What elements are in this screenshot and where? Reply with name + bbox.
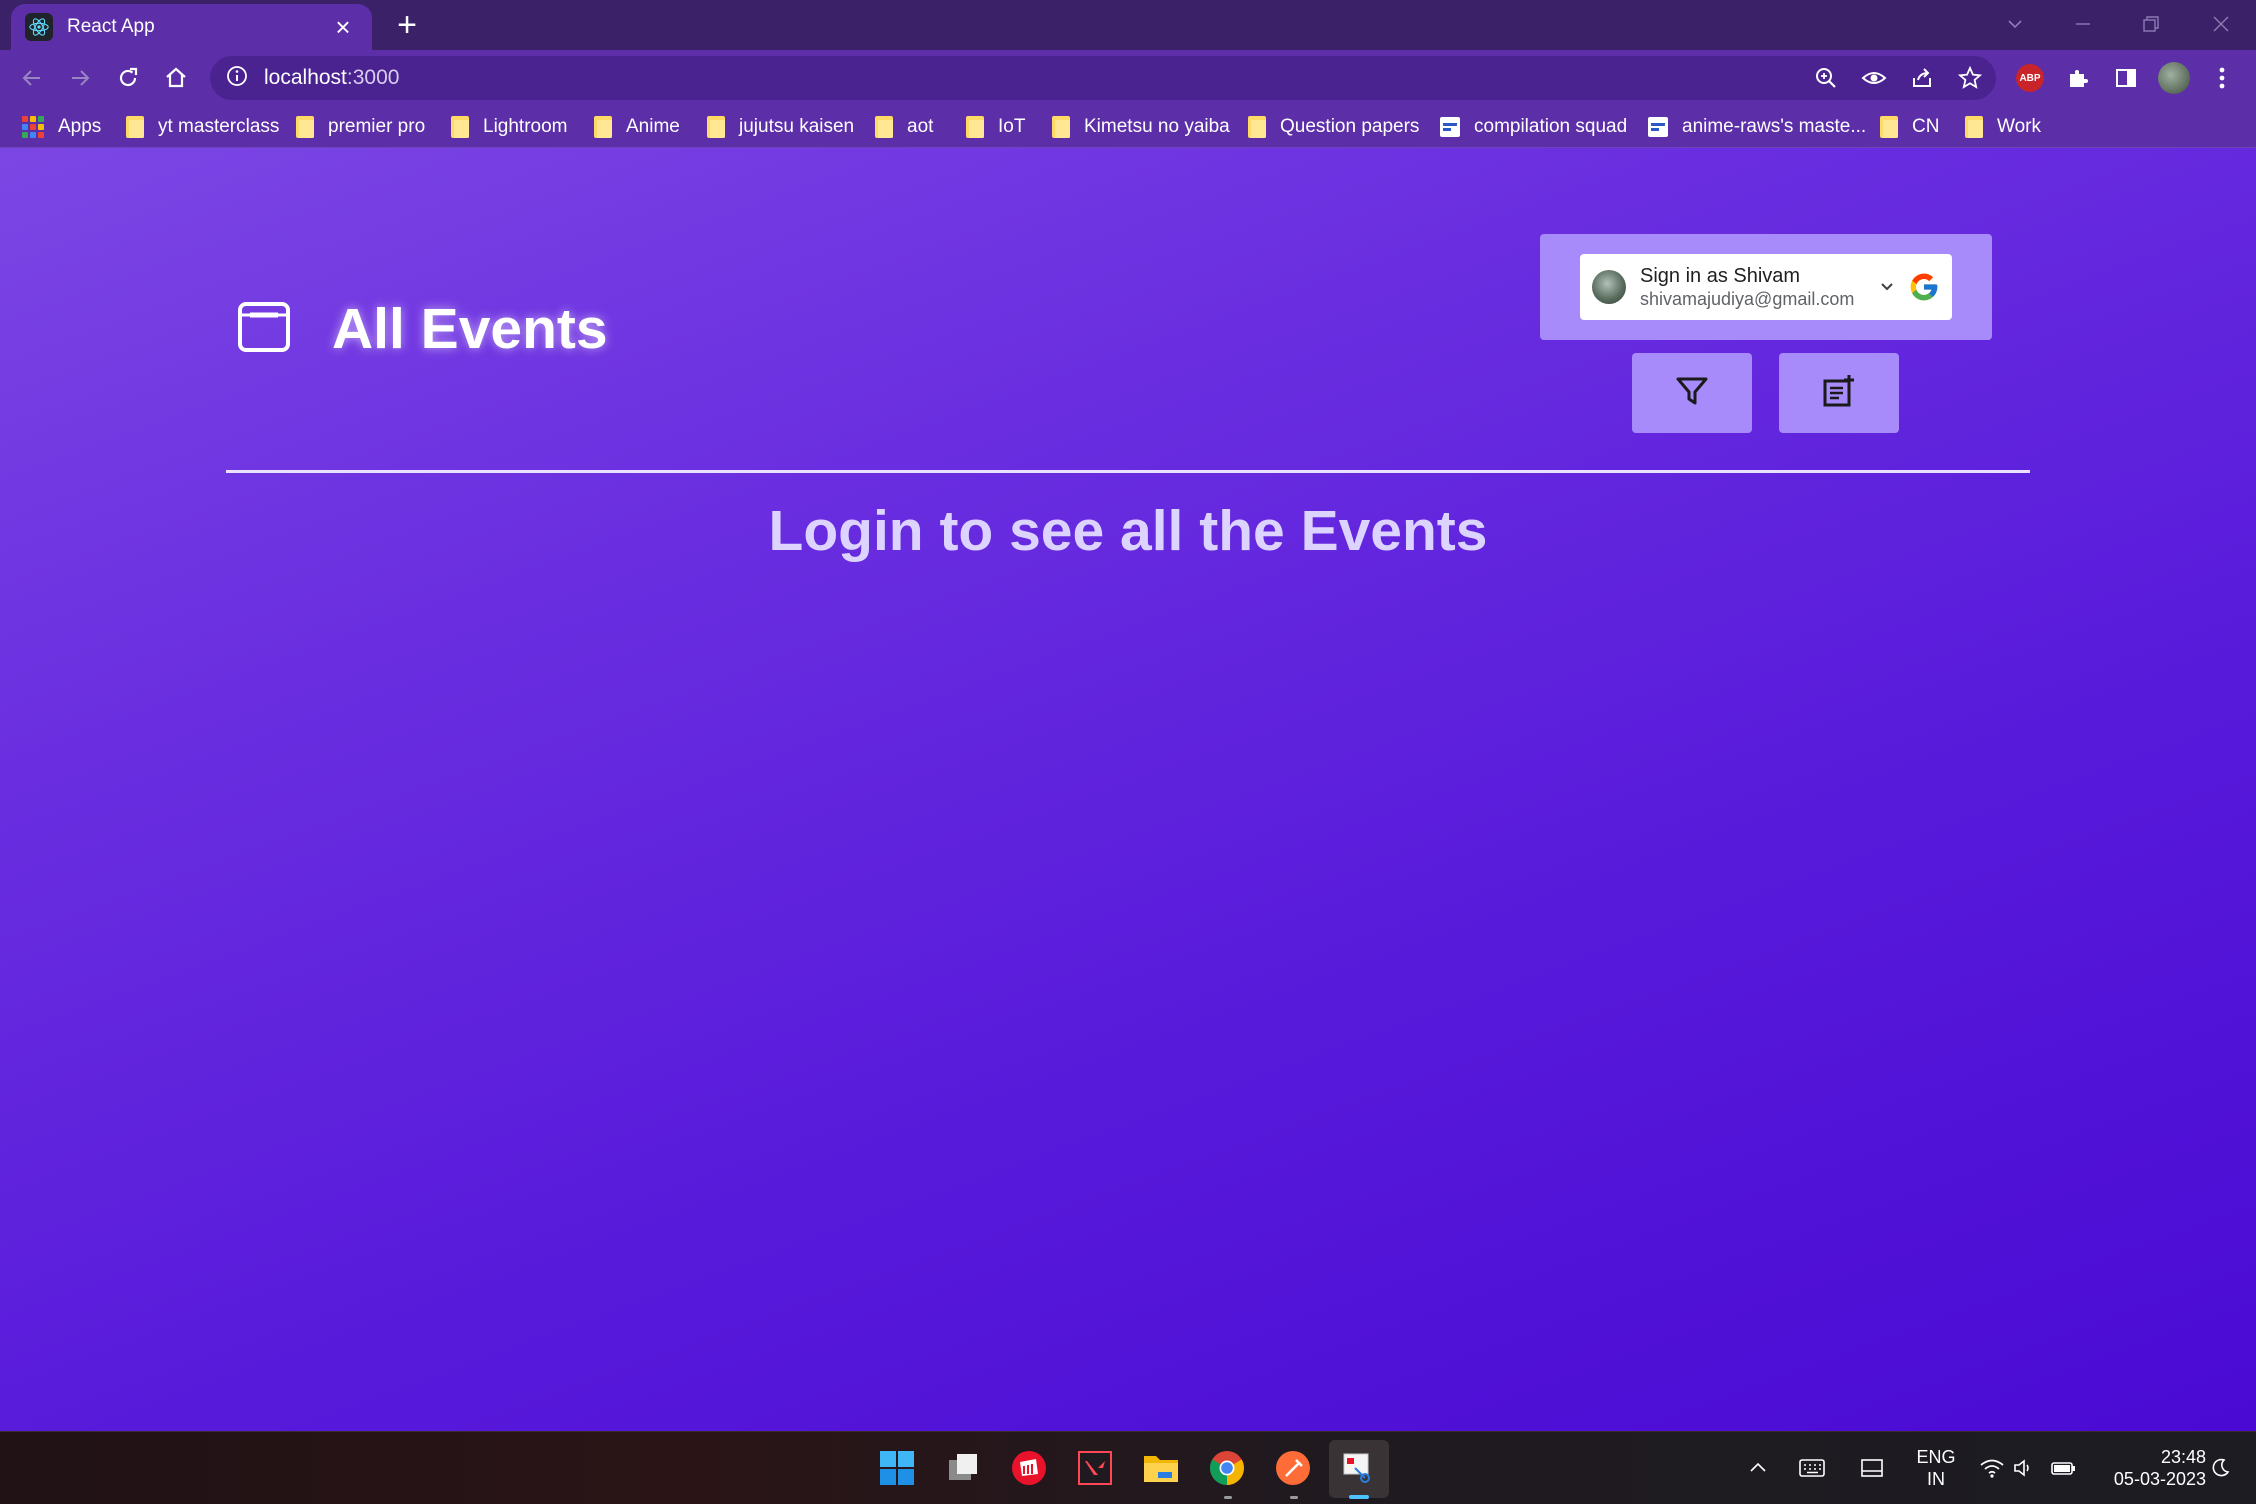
folder-icon (1248, 116, 1266, 138)
riot-client-icon[interactable] (1009, 1448, 1049, 1488)
filter-button[interactable] (1632, 353, 1752, 433)
tab-close-icon[interactable]: × (328, 14, 358, 40)
folder-icon (707, 116, 725, 138)
bookmark-cn[interactable]: CN (1880, 114, 1939, 140)
bookmark-anime[interactable]: Anime (594, 114, 680, 140)
valorant-icon[interactable] (1075, 1448, 1115, 1488)
bookmark-lightroom[interactable]: Lightroom (451, 114, 568, 140)
bookmark-work[interactable]: Work (1965, 114, 2041, 140)
address-bar[interactable]: localhost:3000 (210, 56, 1996, 100)
bookmark-star-icon[interactable] (1954, 62, 1986, 94)
keyboard-icon[interactable] (1792, 1448, 1832, 1488)
bookmark-anime-raws[interactable]: anime-raws's maste... (1648, 114, 1866, 140)
eye-icon[interactable] (1858, 62, 1890, 94)
google-signin-button[interactable]: Sign in as Shivam shivamajudiya@gmail.co… (1580, 254, 1952, 320)
folder-icon (594, 116, 612, 138)
bookmark-apps[interactable]: Apps (22, 114, 101, 140)
folder-icon (451, 116, 469, 138)
signin-text: Sign in as Shivam shivamajudiya@gmail.co… (1640, 264, 1876, 310)
folder-icon (1965, 116, 1983, 138)
avatar (1592, 270, 1626, 304)
page-content: All Events Sign in as Shivam shivamajudi… (0, 148, 2256, 1431)
chrome-icon[interactable] (1207, 1448, 1247, 1488)
folder-icon (296, 116, 314, 138)
touch-keyboard-icon[interactable] (1852, 1448, 1892, 1488)
url-text: localhost:3000 (264, 66, 400, 89)
bookmark-compilation-squad[interactable]: compilation squad (1440, 114, 1627, 140)
page-title: All Events (332, 297, 608, 361)
forward-icon[interactable] (62, 60, 98, 96)
bookmark-yt-masterclass[interactable]: yt masterclass (126, 114, 279, 140)
site-favicon-icon (1440, 117, 1460, 137)
bookmark-aot[interactable]: aot (875, 114, 933, 140)
input-language[interactable]: ENG IN (1906, 1446, 1966, 1490)
divider (226, 470, 2030, 473)
folder-icon (966, 116, 984, 138)
site-info-icon[interactable] (226, 65, 248, 92)
bookmark-iot[interactable]: IoT (966, 114, 1025, 140)
apps-grid-icon (22, 116, 44, 138)
chevron-down-icon[interactable] (1876, 276, 1898, 298)
taskbar: ENG IN 23:48 05-03-2023 (0, 1431, 2256, 1504)
close-window-icon[interactable] (2196, 6, 2246, 42)
minimize-icon[interactable] (2058, 6, 2108, 42)
google-logo-icon (1908, 271, 1940, 303)
folder-icon (1052, 116, 1070, 138)
back-icon[interactable] (14, 60, 50, 96)
folder-icon (1880, 116, 1898, 138)
bookmark-question-papers[interactable]: Question papers (1248, 114, 1419, 140)
zoom-icon[interactable] (1810, 62, 1842, 94)
home-icon[interactable] (158, 60, 194, 96)
new-tab-button[interactable]: + (390, 8, 424, 42)
bookmark-kimetsu-no-yaiba[interactable]: Kimetsu no yaiba (1052, 114, 1230, 140)
notifications-moon-icon[interactable] (2200, 1448, 2240, 1488)
battery-icon[interactable] (2044, 1448, 2084, 1488)
bookmarks-bar: Apps yt masterclass premier pro Lightroo… (0, 106, 2256, 148)
bookmark-jujutsu-kaisen[interactable]: jujutsu kaisen (707, 114, 854, 140)
add-note-icon (1821, 373, 1857, 414)
calendar-icon (236, 298, 292, 354)
add-event-button[interactable] (1779, 353, 1899, 433)
signin-name: Sign in as Shivam (1640, 265, 1801, 287)
browser-toolbar: localhost:3000 ABP (0, 50, 2256, 106)
bookmark-premier-pro[interactable]: premier pro (296, 114, 425, 140)
postman-icon[interactable] (1273, 1448, 1313, 1488)
file-explorer-icon[interactable] (1141, 1448, 1181, 1488)
tab-react-app[interactable]: React App × (11, 4, 372, 50)
side-panel-icon[interactable] (2110, 62, 2142, 94)
login-message: Login to see all the Events (768, 499, 1488, 563)
restore-icon[interactable] (2126, 6, 2176, 42)
volume-icon[interactable] (2004, 1448, 2044, 1488)
tab-search-icon[interactable] (1990, 6, 2040, 42)
profile-avatar[interactable] (2158, 62, 2190, 94)
clock[interactable]: 23:48 05-03-2023 (2086, 1446, 2206, 1490)
signin-email: shivamajudiya@gmail.com (1640, 289, 1855, 309)
windows-start-icon[interactable] (877, 1448, 917, 1488)
snipping-tool-icon[interactable] (1339, 1448, 1379, 1488)
folder-icon (875, 116, 893, 138)
folder-icon (126, 116, 144, 138)
react-favicon-icon (25, 13, 53, 41)
menu-kebab-icon[interactable] (2206, 62, 2238, 94)
task-view-icon[interactable] (943, 1448, 983, 1488)
site-favicon-icon (1648, 117, 1668, 137)
tab-title: React App (67, 16, 155, 37)
filter-icon (1674, 373, 1710, 414)
extensions-puzzle-icon[interactable] (2062, 62, 2094, 94)
signin-card: Sign in as Shivam shivamajudiya@gmail.co… (1540, 234, 1992, 340)
show-hidden-icons-icon[interactable] (1738, 1448, 1778, 1488)
adblock-extension-icon[interactable]: ABP (2014, 62, 2046, 94)
tab-strip: React App × + (0, 0, 2256, 50)
reload-icon[interactable] (110, 60, 146, 96)
share-icon[interactable] (1906, 62, 1938, 94)
